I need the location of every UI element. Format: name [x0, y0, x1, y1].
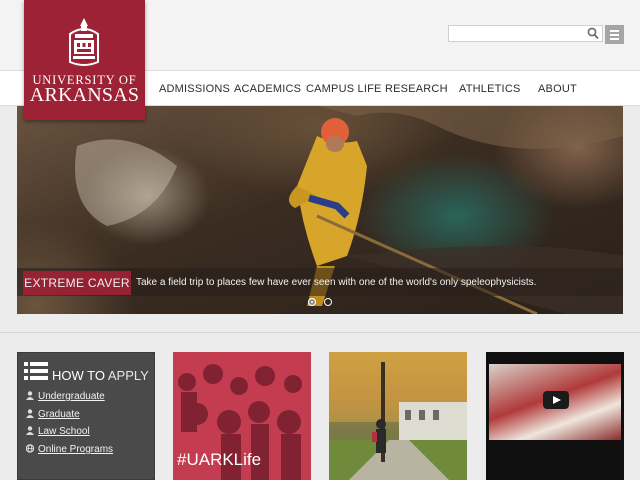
nav-item-academics[interactable]: ACADEMICS [234, 83, 301, 95]
campus-walk-image [329, 352, 467, 480]
nav-item-admissions[interactable]: ADMISSIONS [159, 83, 230, 95]
apply-link-label: Online Programs [38, 444, 114, 455]
how-to-apply-panel: HOW TO APPLY Undergraduate Graduate Law … [17, 352, 155, 480]
nav-item-athletics[interactable]: ATHLETICS [459, 83, 521, 95]
university-logo[interactable]: UNIVERSITY OF ARKANSAS [24, 0, 145, 120]
hamburger-menu-button[interactable] [605, 25, 624, 44]
apply-link-label: Undergraduate [38, 391, 105, 402]
search-input[interactable] [449, 29, 584, 44]
hero-caption-text: Take a field trip to places few have eve… [136, 277, 537, 288]
list-icon [24, 362, 48, 380]
apply-link-graduate[interactable]: Graduate [26, 409, 80, 420]
band-video-thumbnail[interactable] [489, 364, 621, 440]
globe-icon [26, 444, 34, 453]
nav-item-about[interactable]: ABOUT [538, 83, 577, 95]
apply-link-undergraduate[interactable]: Undergraduate [26, 391, 105, 402]
apply-link-label: Graduate [38, 409, 80, 420]
user-icon [26, 409, 34, 418]
apply-title-thin: APPLY [107, 368, 149, 383]
apply-title-bold: HOW TO [52, 368, 105, 383]
section-divider [0, 332, 640, 333]
video-tile[interactable] [486, 352, 624, 480]
hero-slideshow[interactable]: EXTREME CAVER Take a field trip to place… [17, 106, 623, 314]
how-to-apply-title: HOW TO APPLY [52, 368, 149, 383]
uarklife-social-tile[interactable]: #UARKLife [173, 352, 311, 480]
campus-photo-tile[interactable] [329, 352, 467, 480]
logo-text-arkansas: ARKANSAS [29, 84, 140, 106]
old-main-tower-icon [69, 18, 99, 66]
apply-link-online-programs[interactable]: Online Programs [26, 444, 113, 455]
slide-dot-2[interactable] [324, 298, 332, 306]
search-box[interactable] [448, 25, 603, 44]
apply-link-law-school[interactable]: Law School [26, 426, 90, 437]
nav-item-campus-life[interactable]: CAMPUS LIFE [306, 83, 382, 95]
hero-caption-tag[interactable]: EXTREME CAVER [23, 271, 131, 295]
user-icon [26, 426, 34, 435]
user-icon [26, 391, 34, 400]
slide-dot-1[interactable] [308, 298, 316, 306]
uarklife-hashtag: #UARKLife [177, 450, 262, 469]
play-icon[interactable] [543, 391, 569, 409]
nav-item-research[interactable]: RESEARCH [385, 83, 448, 95]
search-icon[interactable] [587, 27, 599, 40]
apply-link-label: Law School [38, 426, 90, 437]
